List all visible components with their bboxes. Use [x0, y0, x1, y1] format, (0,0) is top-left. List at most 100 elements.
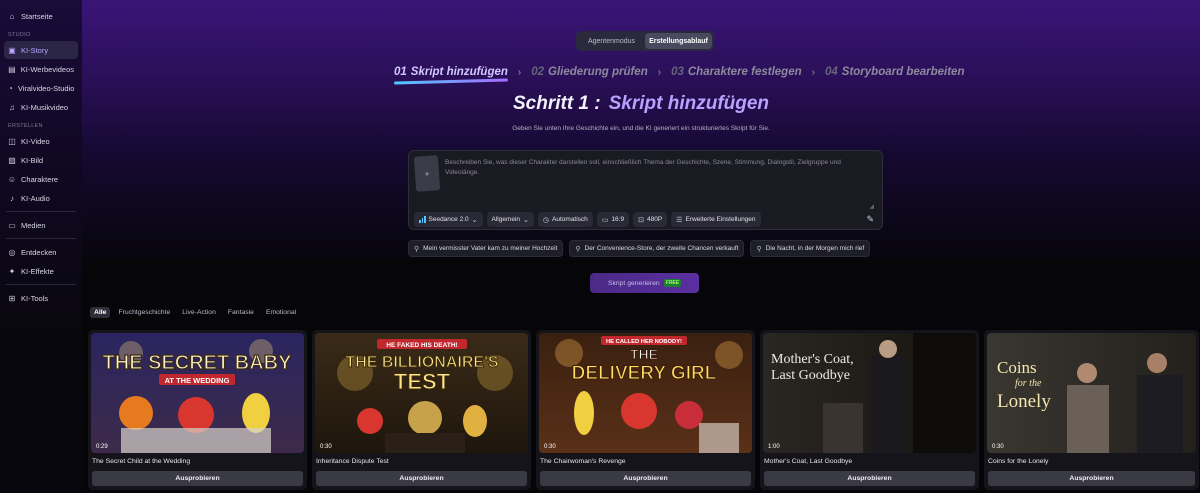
try-template-button[interactable]: Ausprobieren — [316, 471, 527, 486]
duration-label: Automatisch — [552, 216, 588, 223]
template-card[interactable]: Coins for the Lonely 0:30 Coins for the … — [984, 330, 1199, 490]
suggestion-chip[interactable]: ⚲ Mein vermisster Vater kam zu meiner Ho… — [408, 240, 564, 257]
compass-icon: ◎ — [8, 247, 16, 257]
free-badge: FREE — [663, 279, 682, 287]
story-icon: ▣ — [8, 45, 16, 55]
try-template-button[interactable]: Ausprobieren — [92, 471, 303, 486]
sidebar-item-label: Charaktere — [21, 174, 59, 184]
try-template-button[interactable]: Ausprobieren — [540, 471, 751, 486]
step-label: Charaktere festlegen — [687, 66, 802, 78]
try-template-button[interactable]: Ausprobieren — [988, 471, 1195, 486]
aspect-ratio-select[interactable]: ▭ 16:9 — [596, 212, 630, 227]
template-card[interactable]: Mother's Coat, Last Goodbye 1:00 Mother'… — [760, 330, 979, 490]
template-thumbnail[interactable]: THE SECRET BABY AT THE WEDDING 0:29 — [91, 333, 304, 453]
video-duration: 0:30 — [320, 444, 332, 450]
sidebar-item-label: KI-Tools — [21, 293, 49, 303]
magic-pen-icon[interactable]: ✎ — [866, 214, 874, 225]
sidebar-item-ki-werbevideos[interactable]: ▤ KI-Werbevideos — [4, 60, 78, 78]
sidebar-item-viralvideo-studio[interactable]: ◔ Viralvideo-Studio — [4, 79, 78, 97]
step-number: 03 — [671, 66, 684, 78]
thumbnail-art-title: THE — [630, 346, 658, 362]
resize-handle-icon[interactable]: ◢ — [869, 203, 874, 210]
filter-fruchtgeschichte[interactable]: Fruchtgeschichte — [114, 307, 174, 318]
filter-emotional[interactable]: Emotional — [262, 307, 300, 318]
model-select[interactable]: Seedance 2.0 ⌄ — [414, 212, 483, 227]
try-template-button[interactable]: Ausprobieren — [764, 471, 975, 486]
generate-script-button[interactable]: Skript generieren FREE — [590, 273, 699, 293]
template-thumbnail[interactable]: Mother's Coat, Last Goodbye 1:00 — [763, 333, 976, 453]
template-thumbnail[interactable]: HE FAKED HIS DEATH! THE BILLIONAIRE'S TE… — [315, 333, 528, 453]
sidebar-item-ki-tools[interactable]: ⊞ KI-Tools — [4, 289, 78, 307]
sidebar-item-ki-musikvideo[interactable]: ♫ KI-Musikvideo — [4, 98, 78, 116]
ad-video-icon: ▤ — [8, 64, 16, 74]
mode-agent-button[interactable]: Agentenmodus — [578, 33, 645, 49]
sidebar-item-label: KI-Werbevideos — [20, 64, 74, 74]
mode-workflow-button[interactable]: Erstellungsablauf — [645, 33, 712, 49]
sidebar-item-label: Viralvideo-Studio — [17, 83, 75, 93]
filter-alle[interactable]: Alle — [90, 307, 111, 318]
video-duration: 1:00 — [768, 444, 780, 450]
template-thumbnail[interactable]: HE CALLED HER NOBODY! THE DELIVERY GIRL … — [539, 333, 752, 453]
filter-live-action[interactable]: Live-Action — [178, 307, 220, 318]
genre-select[interactable]: Allgemein ⌄ — [486, 212, 534, 227]
advanced-settings-button[interactable]: ☰ Erweiterte Einstellungen — [671, 212, 761, 227]
sidebar: ⌂ Startseite STUDIO ▣ KI-Story ▤ KI-Werb… — [0, 0, 82, 493]
step-3[interactable]: 03 Charaktere festlegen — [671, 66, 802, 78]
composer-toolbar: Seedance 2.0 ⌄ Allgemein ⌄ ◷ Automatisch… — [414, 212, 761, 227]
lightbulb-icon: ⚲ — [414, 245, 420, 253]
lightbulb-icon: ⚲ — [575, 245, 581, 253]
sidebar-section-studio: STUDIO — [8, 32, 31, 38]
sidebar-item-ki-bild[interactable]: ▨ KI-Bild — [4, 151, 78, 169]
template-title: The Chairwoman's Revenge — [540, 458, 626, 465]
video-icon: ◫ — [8, 136, 16, 146]
template-card[interactable]: THE SECRET BABY AT THE WEDDING 0:29 The … — [88, 330, 307, 490]
sidebar-item-entdecken[interactable]: ◎ Entdecken — [4, 243, 78, 261]
sparkle-icon: ✦ — [8, 266, 16, 276]
media-icon: ▭ — [8, 220, 16, 230]
template-card[interactable]: HE CALLED HER NOBODY! THE DELIVERY GIRL … — [536, 330, 755, 490]
sidebar-item-label: KI-Story — [21, 45, 49, 55]
sidebar-item-ki-effekte[interactable]: ✦ KI-Effekte — [4, 262, 78, 280]
step-4[interactable]: 04 Storyboard bearbeiten — [825, 66, 965, 78]
sidebar-item-ki-audio[interactable]: ♪ KI-Audio — [4, 189, 78, 207]
page-title-highlight: Skript hinzufügen — [608, 93, 770, 114]
suggestion-chip[interactable]: ⚲ Die Nacht, in der Morgen mich rief — [750, 240, 871, 257]
story-prompt-input[interactable]: Beschreiben Sie, was dieser Charakter da… — [445, 158, 865, 178]
sidebar-item-label: KI-Audio — [21, 193, 50, 203]
template-thumbnail[interactable]: Coins for the Lonely 0:30 — [987, 333, 1196, 453]
resolution-select[interactable]: ⊡ 480P — [633, 212, 668, 227]
sidebar-item-home[interactable]: ⌂ Startseite — [4, 7, 78, 25]
tools-icon: ⊞ — [8, 293, 16, 303]
step-number: 01 — [394, 66, 407, 78]
sidebar-item-ki-video[interactable]: ◫ KI-Video — [4, 132, 78, 150]
thumbnail-art-title2: Last Goodbye — [771, 368, 850, 383]
music-icon: ♫ — [9, 102, 15, 112]
page-subtitle: Geben Sie unten Ihre Geschichte ein, und… — [512, 125, 770, 132]
sidebar-item-ki-story[interactable]: ▣ KI-Story — [4, 41, 78, 59]
plus-icon: + — [424, 168, 430, 179]
template-card[interactable]: HE FAKED HIS DEATH! THE BILLIONAIRE'S TE… — [312, 330, 531, 490]
sidebar-item-label: Entdecken — [21, 247, 57, 257]
upload-image-button[interactable]: + — [413, 155, 441, 192]
template-title: Inheritance Dispute Test — [316, 458, 389, 465]
thumbnail-art-title2: Lonely — [997, 391, 1051, 412]
sliders-icon: ☰ — [676, 216, 683, 224]
thumbnail-art-title: THE SECRET BABY — [103, 352, 293, 374]
duration-select[interactable]: ◷ Automatisch — [537, 212, 593, 227]
step-1[interactable]: 01 Skript hinzufügen — [394, 66, 508, 78]
lightbulb-icon: ⚲ — [756, 245, 762, 253]
step-label: Storyboard bearbeiten — [841, 66, 965, 78]
sidebar-item-label: KI-Effekte — [21, 266, 54, 276]
aspect-label: 16:9 — [611, 216, 625, 223]
advanced-settings-label: Erweiterte Einstellungen — [685, 216, 756, 223]
step-2[interactable]: 02 Gliederung prüfen — [531, 66, 647, 78]
filter-fantasie[interactable]: Fantasie — [224, 307, 258, 318]
sidebar-item-medien[interactable]: ▭ Medien — [4, 216, 78, 234]
sidebar-item-charaktere[interactable]: ☺ Charaktere — [4, 170, 78, 188]
model-label: Seedance 2.0 — [428, 216, 469, 223]
story-composer: + Beschreiben Sie, was dieser Charakter … — [408, 150, 883, 230]
step-progress: 01 Skript hinzufügen › 02 Gliederung prü… — [394, 64, 964, 80]
suggestion-chip[interactable]: ⚲ Der Convenience-Store, der zweite Chan… — [569, 240, 745, 257]
template-title: The Secret Child at the Wedding — [92, 458, 191, 465]
template-title: Coins for the Lonely — [988, 458, 1049, 465]
